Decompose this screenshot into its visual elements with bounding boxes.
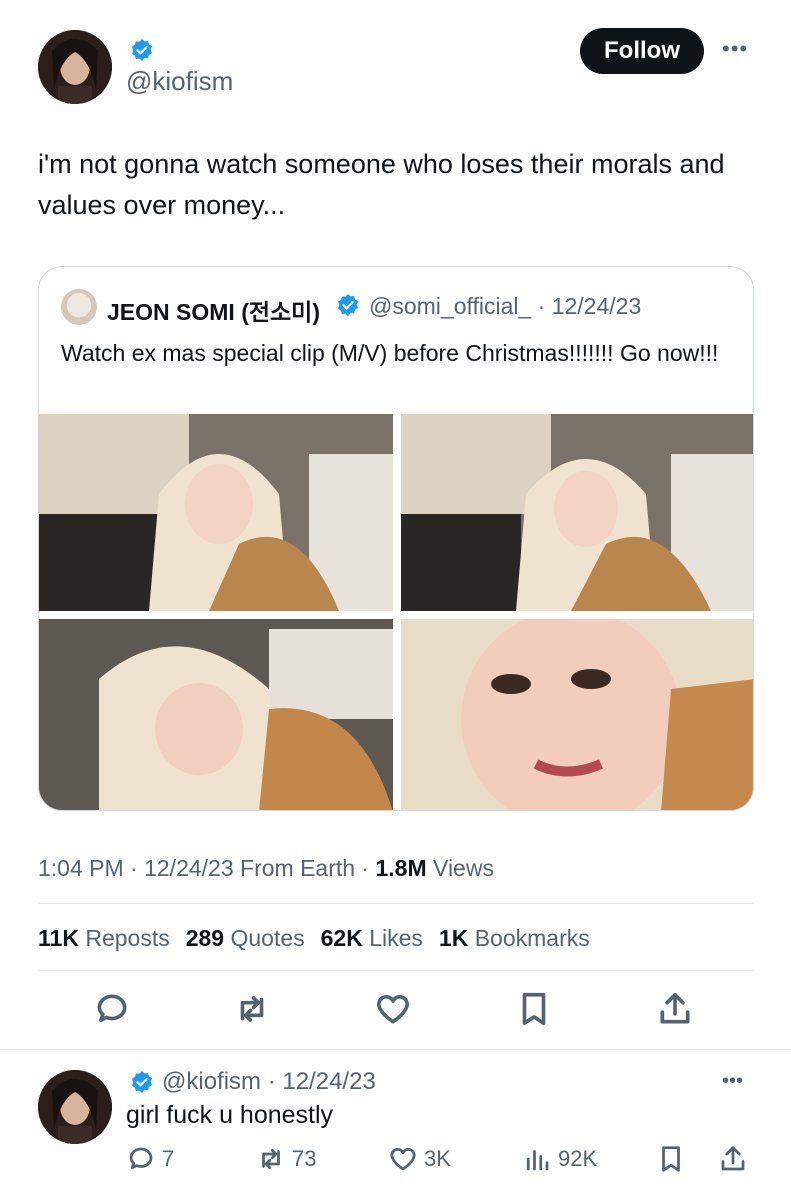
reply-more-options-icon[interactable]: ••• <box>722 1070 743 1093</box>
like-icon <box>390 1148 416 1171</box>
reply-separator <box>0 1049 791 1050</box>
reply-reply-button[interactable]: 7 <box>126 1144 174 1174</box>
reply-views-count: 92K <box>558 1146 598 1171</box>
quoted-author-name[interactable]: JEON SOMI (전소미) <box>107 293 320 327</box>
reply-text: girl fuck u honestly <box>126 1101 334 1129</box>
reply-icon <box>129 1147 153 1170</box>
divider <box>38 970 754 971</box>
reply-repost-button[interactable]: 73 <box>256 1144 316 1174</box>
views-count: 1.8M <box>375 855 427 881</box>
likes-stat[interactable]: 62K Likes <box>321 925 423 952</box>
author-handle[interactable]: @kiofism <box>126 66 233 97</box>
tweet-text: i'm not gonna watch someone who loses th… <box>38 149 725 220</box>
repost-icon[interactable] <box>233 990 277 1034</box>
tweet-detail-page: @kiofism Follow ••• i'm not gonna watch … <box>0 0 791 1200</box>
share-icon[interactable] <box>656 990 700 1034</box>
quoted-photo-4[interactable] <box>401 619 753 810</box>
bookmarks-stat[interactable]: 1K Bookmarks <box>439 925 590 952</box>
quotes-stat[interactable]: 289 Quotes <box>186 925 305 952</box>
reply-bookmark-button[interactable] <box>656 1144 686 1174</box>
reply-like-button[interactable]: 3K <box>388 1144 451 1174</box>
more-options-icon[interactable]: ••• <box>722 36 748 62</box>
like-icon[interactable] <box>374 990 418 1034</box>
divider <box>38 903 754 904</box>
quoted-photo-1[interactable] <box>39 414 393 611</box>
reply-repost-count: 73 <box>292 1146 317 1171</box>
quoted-photo-3[interactable] <box>39 619 393 810</box>
quoted-photo-2[interactable] <box>401 414 753 611</box>
reply-like-count: 3K <box>424 1146 451 1171</box>
verified-badge-icon <box>132 39 152 61</box>
reply-share-button[interactable] <box>718 1144 748 1174</box>
share-icon <box>721 1146 745 1171</box>
reply-views-button[interactable]: 92K <box>522 1144 597 1174</box>
tweet-stats: 11K Reposts 289 Quotes 62K Likes 1K Book… <box>38 925 590 952</box>
bookmark-icon[interactable] <box>515 990 559 1034</box>
reposts-stat[interactable]: 11K Reposts <box>38 925 170 952</box>
reply-reply-count: 7 <box>162 1146 175 1171</box>
verified-badge-icon <box>338 294 358 316</box>
reply-handle-date[interactable]: @kiofism · 12/24/23 <box>162 1068 376 1096</box>
bookmark-icon <box>662 1146 680 1172</box>
tweet-timestamp: 1:04 PM · 12/24/23 From Earth · <box>38 855 376 881</box>
views-label: Views <box>426 855 494 881</box>
views-icon <box>526 1150 549 1171</box>
reply-actions-bar: 7 73 3K 92K <box>126 1144 766 1180</box>
follow-button[interactable]: Follow <box>580 28 704 74</box>
reply-author-avatar[interactable] <box>38 1070 112 1144</box>
author-avatar[interactable] <box>38 30 112 104</box>
repost-icon <box>262 1148 280 1170</box>
quoted-tweet-card[interactable]: JEON SOMI (전소미) @somi_official_ · 12/24/… <box>38 266 754 811</box>
quoted-author-avatar[interactable] <box>61 289 97 325</box>
quoted-handle-date: @somi_official_ · 12/24/23 <box>369 293 642 319</box>
tweet-actions-bar <box>38 990 754 1034</box>
tweet-metadata: 1:04 PM · 12/24/23 From Earth · 1.8M Vie… <box>38 855 494 882</box>
reply-icon[interactable] <box>93 990 137 1034</box>
quoted-tweet-text: Watch ex mas special clip (M/V) before C… <box>61 340 719 366</box>
verified-badge-icon <box>132 1071 152 1093</box>
